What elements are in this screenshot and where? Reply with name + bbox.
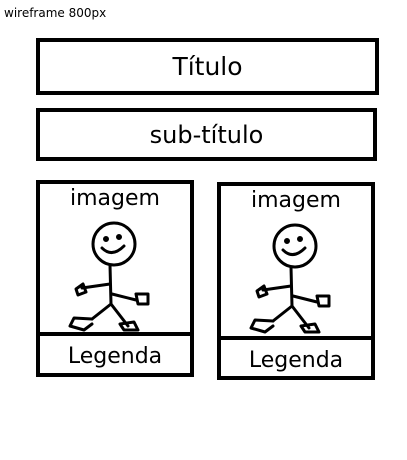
image-caption: Legenda bbox=[248, 348, 344, 373]
image-card-2: imagem Legenda bbox=[217, 182, 375, 380]
stick-figure-icon bbox=[68, 221, 150, 332]
card-divider bbox=[40, 332, 190, 336]
subtitle-box: sub-título bbox=[36, 108, 377, 161]
title-box: Título bbox=[36, 38, 379, 95]
card-divider bbox=[221, 336, 371, 340]
image-card-1: imagem Legenda bbox=[36, 180, 194, 377]
title-text: Título bbox=[172, 52, 243, 81]
subtitle-text: sub-título bbox=[149, 120, 264, 149]
wireframe-caption: wireframe 800px bbox=[4, 6, 107, 20]
stick-figure-icon bbox=[249, 223, 331, 334]
image-caption: Legenda bbox=[67, 344, 163, 369]
